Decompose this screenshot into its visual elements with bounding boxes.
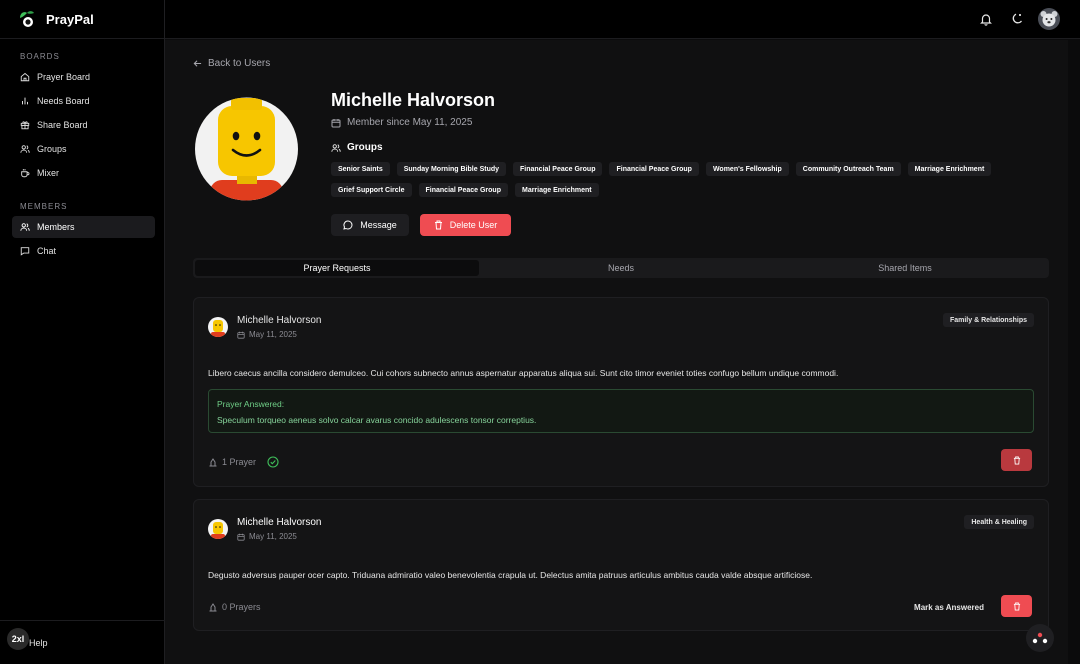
sidebar-item-share-board[interactable]: Share Board [12,114,155,136]
check-circle-icon [267,456,279,468]
sidebar-item-label: Members [37,222,75,232]
group-chip[interactable]: Marriage Enrichment [907,162,992,176]
prayer-count[interactable]: 0 Prayers [208,602,261,612]
author-avatar [208,317,228,337]
boards-section-label: BOARDS [20,52,60,61]
answered-box: Prayer Answered: Speculum torqueo aeneus… [208,389,1034,433]
top-bar [165,0,1080,39]
tab-shared-items[interactable]: Shared Items [763,260,1047,276]
praying-hands-icon [209,603,217,612]
group-chip[interactable]: Financial Peace Group [609,162,699,176]
zoom-badge[interactable]: 2xl [7,628,29,650]
group-chip[interactable]: Grief Support Circle [331,183,412,197]
dots-widget-icon[interactable] [1026,624,1054,652]
mark-as-answered-button[interactable]: Mark as Answered [914,603,984,612]
request-date: May 11, 2025 [237,330,297,339]
back-label: Back to Users [208,58,271,69]
sidebar: PrayPal BOARDS Prayer Board Needs Board … [0,0,165,664]
group-chip[interactable]: Marriage Enrichment [514,183,599,197]
request-date: May 11, 2025 [237,532,297,541]
users-icon [20,223,30,231]
sidebar-item-mixer[interactable]: Mixer [12,162,155,184]
request-body: Libero caecus ancilla considero demulceo… [208,368,839,378]
prayer-request-card: Michelle Halvorson May 11, 2025 Health &… [193,499,1049,631]
praying-hands-icon [209,458,217,467]
calendar-icon [237,331,245,339]
bear-avatar-icon [1038,8,1060,30]
sidebar-item-chat[interactable]: Chat [12,240,155,262]
message-icon [343,220,353,230]
bar-chart-icon [22,97,28,105]
request-body: Degusto adversus pauper ocer capto. Trid… [208,570,813,580]
help-label: Help [29,637,48,648]
message-label: Message [360,220,397,230]
group-chip[interactable]: Community Outreach Team [795,162,901,176]
sidebar-item-needs-board[interactable]: Needs Board [12,90,155,112]
sidebar-item-label: Mixer [37,168,59,178]
theme-toggle-icon[interactable] [1010,12,1024,26]
group-chip[interactable]: Women's Fellowship [705,162,789,176]
answered-text: Speculum torqueo aeneus solvo calcar ava… [217,415,537,425]
users-icon [331,143,341,152]
request-date-text: May 11, 2025 [249,330,297,339]
sidebar-item-label: Groups [37,144,67,154]
members-section-label: MEMBERS [20,202,68,211]
author-avatar [208,519,228,539]
gift-icon [20,121,30,130]
delete-label: Delete User [449,220,498,230]
app-name: PrayPal [46,11,94,27]
tab-prayer-requests[interactable]: Prayer Requests [195,260,479,276]
sidebar-item-groups[interactable]: Groups [12,138,155,160]
author-name: Michelle Halvorson [237,517,322,528]
praypal-logo-icon [20,11,34,27]
message-button[interactable]: Message [331,214,409,236]
sidebar-item-label: Share Board [37,120,88,130]
group-chips: Senior Saints Sunday Morning Bible Study… [331,162,1051,197]
profile-tabs: Prayer Requests Needs Shared Items [193,258,1049,278]
calendar-icon [331,118,341,127]
sidebar-item-members[interactable]: Members [12,216,155,238]
bell-icon[interactable] [979,12,993,26]
coffee-icon [21,169,30,178]
main-content: Back to Users Michelle Halvorson Member … [165,40,1068,664]
author-name: Michelle Halvorson [237,315,322,326]
member-since: Member since May 11, 2025 [331,117,472,128]
calendar-icon [237,533,245,541]
group-chip[interactable]: Financial Peace Group [513,162,603,176]
home-icon [20,72,30,82]
group-chip[interactable]: Senior Saints [331,162,390,176]
group-chip[interactable]: Financial Peace Group [418,183,508,197]
brand[interactable]: PrayPal [0,0,164,39]
trash-icon [1013,602,1020,610]
groups-heading-text: Groups [347,142,383,153]
arrow-left-icon [193,60,202,67]
category-badge: Family & Relationships [942,313,1034,327]
trash-icon [1013,456,1020,464]
delete-user-button[interactable]: Delete User [420,214,511,236]
category-badge: Health & Healing [964,515,1034,529]
back-to-users-link[interactable]: Back to Users [193,58,270,69]
sidebar-item-label: Chat [37,246,57,256]
prayer-request-card: Michelle Halvorson May 11, 2025 Family &… [193,297,1049,487]
group-chip[interactable]: Sunday Morning Bible Study [396,162,507,176]
profile-avatar [195,97,298,201]
member-since-text: Member since May 11, 2025 [347,117,473,128]
request-date-text: May 11, 2025 [249,532,297,541]
sidebar-item-prayer-board[interactable]: Prayer Board [12,66,155,88]
user-avatar[interactable] [1038,8,1060,30]
sidebar-item-label: Prayer Board [37,72,91,82]
users-icon [20,145,30,153]
answered-heading: Prayer Answered: [217,399,285,409]
trash-icon [434,220,442,230]
sidebar-item-label: Needs Board [37,96,90,106]
prayer-count-text: 0 Prayers [222,602,261,612]
user-name: Michelle Halvorson [331,90,496,110]
prayer-count-text: 1 Prayer [222,457,257,467]
delete-request-button[interactable] [1001,449,1032,471]
groups-heading: Groups [331,142,383,153]
delete-request-button[interactable] [1001,595,1032,617]
prayer-count[interactable]: 1 Prayer [208,456,279,468]
chat-icon [20,247,30,256]
tab-needs[interactable]: Needs [479,260,763,276]
